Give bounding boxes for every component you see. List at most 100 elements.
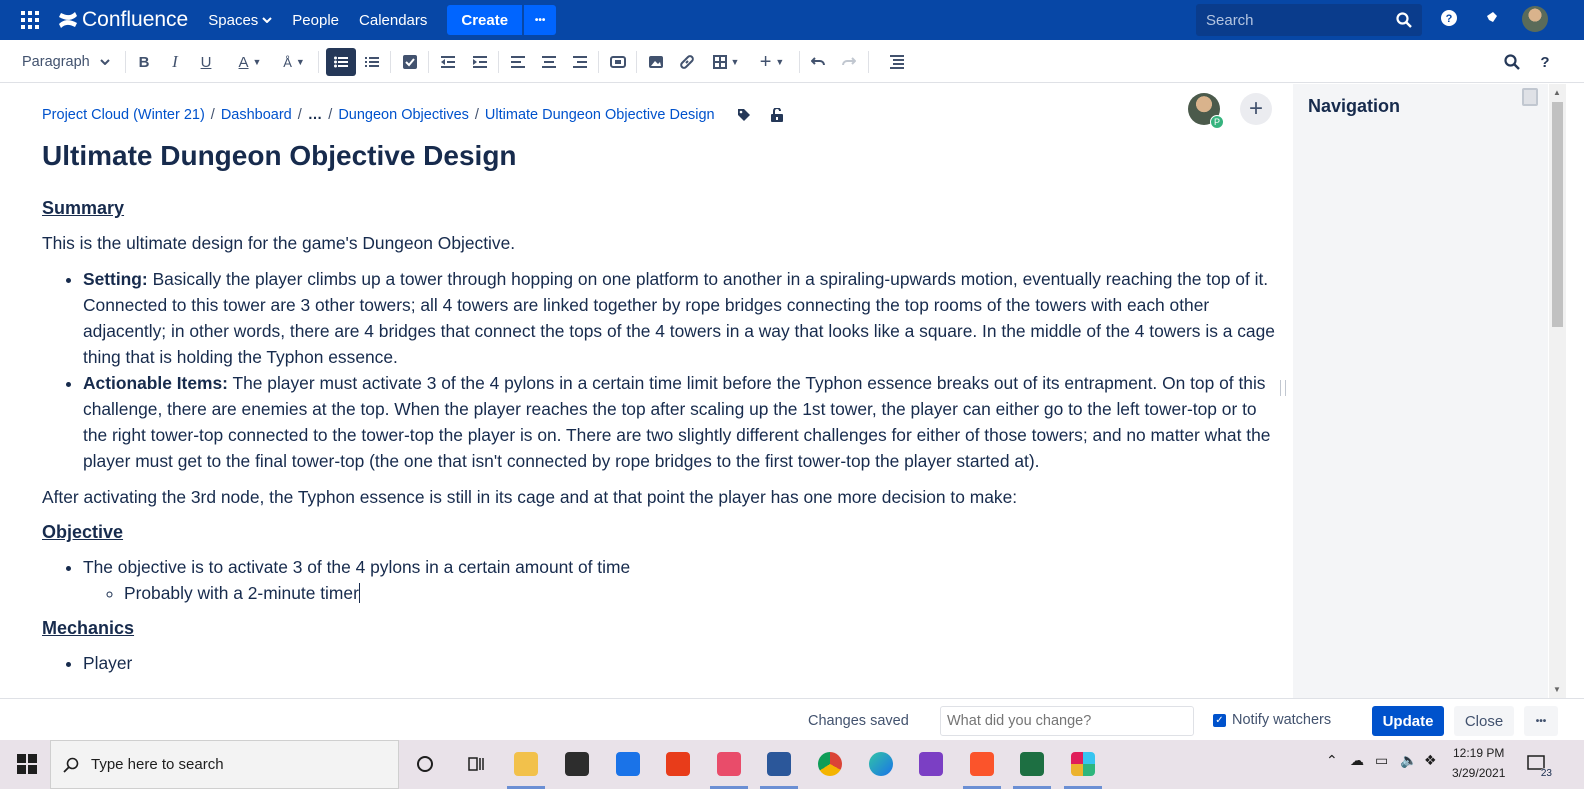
editor-content[interactable]: Project Cloud (Winter 21) / Dashboard / … <box>0 84 1293 698</box>
taskbar-clock[interactable]: 12:19 PM 3/29/2021 <box>1452 743 1505 783</box>
visual-studio-icon[interactable] <box>916 749 946 779</box>
invite-collaborator-button[interactable]: + <box>1240 93 1272 125</box>
list-item: Setting: Basically the player climbs up … <box>83 266 1282 370</box>
breadcrumb-separator: / <box>210 107 215 123</box>
nav-people[interactable]: People <box>292 12 339 29</box>
link-icon[interactable] <box>677 48 697 76</box>
toc-icon[interactable] <box>887 48 907 76</box>
objective-heading: Objective <box>42 522 124 542</box>
undo-icon[interactable] <box>808 48 828 76</box>
numbered-list-icon[interactable] <box>362 48 382 76</box>
breadcrumb-item[interactable]: Dashboard <box>221 107 292 123</box>
resize-handle[interactable] <box>1280 380 1286 396</box>
collaborator-avatar[interactable]: P <box>1188 93 1224 129</box>
breadcrumb-item[interactable]: Dungeon Objectives <box>338 107 469 123</box>
snip-icon[interactable] <box>714 749 744 779</box>
paragraph-style-select[interactable]: Paragraph <box>14 48 118 76</box>
search-placeholder: Search <box>1206 11 1254 29</box>
show-hidden-icons-icon[interactable]: ⌃ <box>1326 752 1338 769</box>
onedrive-icon[interactable]: ☁ <box>1350 752 1364 769</box>
nav-calendars[interactable]: Calendars <box>359 12 427 29</box>
objective-item: The objective is to activate 3 of the 4 … <box>83 557 631 577</box>
help-icon[interactable]: ? <box>1441 10 1457 31</box>
word-icon[interactable] <box>764 749 794 779</box>
excel-icon[interactable] <box>1017 749 1047 779</box>
mechanics-list: Player <box>42 650 1282 676</box>
find-icon[interactable] <box>1502 48 1522 76</box>
indent-icon[interactable] <box>470 48 490 76</box>
taskbar-search-input[interactable]: Type here to search <box>50 740 399 789</box>
insert-icon[interactable]: + ▼ <box>754 48 790 76</box>
user-avatar[interactable] <box>1522 6 1548 32</box>
task-view-icon[interactable] <box>461 749 491 779</box>
change-comment-input[interactable] <box>940 706 1194 736</box>
page-title[interactable]: Ultimate Dungeon Objective Design <box>42 140 517 172</box>
office-icon[interactable] <box>663 749 693 779</box>
battery-icon[interactable]: ▭ <box>1375 752 1388 769</box>
confluence-logo[interactable]: Confluence <box>58 8 188 32</box>
bold-icon[interactable]: B <box>134 48 154 76</box>
close-button[interactable]: Close <box>1454 706 1514 736</box>
dropbox-icon[interactable]: ❖ <box>1424 752 1437 769</box>
avatar-badge: P <box>1210 115 1224 129</box>
help-icon[interactable]: ? <box>1535 48 1555 76</box>
collapse-panel-icon[interactable] <box>1522 88 1538 106</box>
text-color-icon[interactable]: A ▼ <box>232 48 268 76</box>
scrollbar[interactable]: ▲ ▼ <box>1549 84 1566 698</box>
label-tag-icon[interactable] <box>737 108 751 122</box>
list-item: Player <box>83 650 1282 676</box>
notify-watchers-checkbox[interactable]: ✓ Notify watchers <box>1213 712 1331 728</box>
app-switcher-icon[interactable] <box>10 0 50 40</box>
volume-icon[interactable]: 🔈 <box>1400 752 1417 769</box>
store-icon[interactable] <box>562 749 592 779</box>
file-explorer-icon[interactable] <box>511 749 541 779</box>
underline-icon[interactable]: U <box>196 48 216 76</box>
restrictions-lock-icon[interactable] <box>770 108 783 122</box>
italic-icon[interactable]: I <box>165 48 185 76</box>
create-button[interactable]: Create <box>447 5 523 35</box>
search-input[interactable]: Search <box>1196 4 1422 36</box>
align-left-icon[interactable] <box>508 48 528 76</box>
mail-icon[interactable] <box>613 749 643 779</box>
editor-toolbar: Paragraph B I U A ▼ Å ▼ ▼ + ▼ ? <box>0 40 1584 83</box>
list-item: Probably with a 2-minute timer <box>124 580 1282 606</box>
list-item: Actionable Items: The player must activa… <box>83 370 1282 474</box>
notifications-icon[interactable] <box>1481 10 1499 33</box>
notification-center-icon[interactable]: 23 <box>1522 749 1554 779</box>
breadcrumb-item[interactable]: Ultimate Dungeon Objective Design <box>485 107 715 123</box>
scroll-up-icon[interactable]: ▲ <box>1553 88 1561 97</box>
scrollbar-thumb[interactable] <box>1552 102 1563 327</box>
nav-spaces[interactable]: Spaces <box>208 12 273 29</box>
breadcrumb-ellipsis[interactable]: … <box>308 107 323 123</box>
chevron-down-icon <box>100 59 110 65</box>
layout-icon[interactable] <box>608 48 628 76</box>
edge-icon[interactable] <box>866 749 896 779</box>
windows-start-icon[interactable] <box>17 754 37 774</box>
footer-more-button[interactable]: ••• <box>1524 706 1558 736</box>
actionable-text: The player must activate 3 of the 4 pylo… <box>83 373 1271 471</box>
setting-text: Basically the player climbs up a tower t… <box>83 269 1275 367</box>
update-button[interactable]: Update <box>1372 706 1444 736</box>
image-icon[interactable] <box>646 48 666 76</box>
breadcrumb-item[interactable]: Project Cloud (Winter 21) <box>42 107 205 123</box>
scroll-down-icon[interactable]: ▼ <box>1553 685 1561 694</box>
objective-sublist: Probably with a 2-minute timer <box>83 580 1282 606</box>
objective-subitem: Probably with a 2-minute timer <box>124 583 359 603</box>
slack-icon[interactable] <box>1068 749 1098 779</box>
page-body[interactable]: Summary This is the ultimate design for … <box>42 196 1282 686</box>
align-right-icon[interactable] <box>570 48 590 76</box>
brave-icon[interactable] <box>967 749 997 779</box>
bullet-list-icon[interactable] <box>326 48 356 76</box>
align-center-icon[interactable] <box>539 48 559 76</box>
chrome-icon[interactable] <box>815 749 845 779</box>
windows-taskbar: Type here to search ⌃ ☁ ▭ 🔈 ❖ 12:19 PM 3… <box>0 740 1584 789</box>
breadcrumb-separator: / <box>297 107 302 123</box>
create-more-button[interactable]: ••• <box>524 5 557 35</box>
redo-icon[interactable] <box>839 48 859 76</box>
cortana-icon[interactable] <box>410 749 440 779</box>
outdent-icon[interactable] <box>438 48 458 76</box>
text-format-icon[interactable]: Å ▼ <box>276 48 312 76</box>
task-icon[interactable] <box>400 48 420 76</box>
table-icon[interactable]: ▼ <box>708 48 744 76</box>
clock-date: 3/29/2021 <box>1452 766 1506 780</box>
